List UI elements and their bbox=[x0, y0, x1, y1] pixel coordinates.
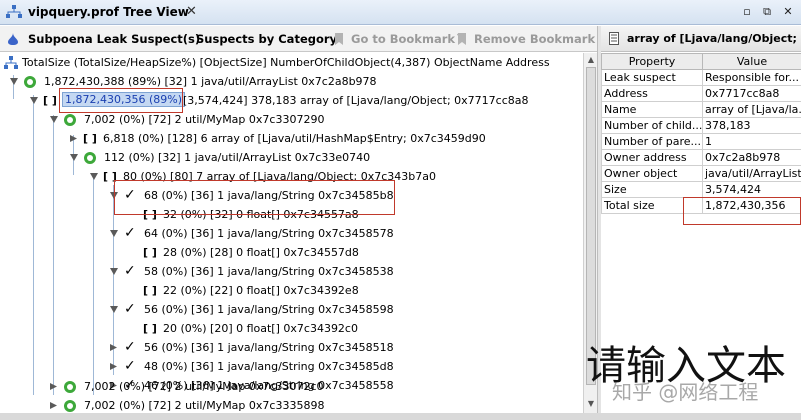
array-node-icon: [ ] bbox=[143, 246, 157, 259]
collapse-toggle-icon[interactable] bbox=[30, 97, 38, 104]
expand-toggle-icon[interactable] bbox=[50, 383, 58, 390]
remove-bookmark-button[interactable]: Remove Bookmark bbox=[474, 32, 595, 46]
string-node-icon: ✓ bbox=[124, 301, 136, 317]
object-node-icon bbox=[64, 114, 76, 126]
tree-header-text: TotalSize (TotalSize/HeapSize%) [ObjectS… bbox=[22, 56, 550, 69]
selected-node-text: [3,574,424] 378,183 array of [Ljava/lang… bbox=[183, 94, 529, 107]
tree-guide bbox=[33, 95, 34, 395]
tree-view-icon bbox=[4, 56, 18, 69]
watermark: 知乎 @网络工程 bbox=[612, 380, 759, 404]
toolbar: Subpoena Leak Suspect(s) Suspects by Cat… bbox=[0, 26, 597, 52]
window-titlebar: vipquery.prof Tree View ✕ ▫ ⧉ ✕ bbox=[0, 0, 801, 25]
string-node-icon: ✓ bbox=[124, 339, 136, 355]
tree-guide bbox=[93, 175, 94, 395]
collapse-toggle-icon[interactable] bbox=[50, 116, 58, 123]
expand-toggle-icon[interactable] bbox=[110, 344, 118, 351]
property-row[interactable]: Owner object java/util/ArrayList bbox=[601, 165, 801, 182]
scroll-thumb[interactable] bbox=[586, 67, 596, 385]
array-node-icon: [ ] bbox=[143, 284, 157, 297]
expand-toggle-icon[interactable] bbox=[110, 363, 118, 370]
property-row[interactable]: Name array of [Ljava/la... bbox=[601, 101, 801, 118]
object-node-icon bbox=[64, 381, 76, 393]
object-node-icon bbox=[64, 400, 76, 412]
remove-bookmark-icon bbox=[457, 33, 466, 45]
minimize-icon[interactable]: ▫ bbox=[740, 5, 754, 18]
scroll-up-icon[interactable]: ▲ bbox=[586, 55, 596, 65]
collapse-toggle-icon[interactable] bbox=[10, 78, 18, 85]
properties-header: array of [Ljava/lang/Object; a... bbox=[601, 26, 801, 52]
bookmark-icon bbox=[335, 33, 343, 45]
properties-title: array of [Ljava/lang/Object; a... bbox=[627, 32, 801, 45]
array-node-icon: [ ] bbox=[83, 132, 97, 145]
bottom-border bbox=[0, 413, 801, 420]
properties-icon bbox=[609, 32, 619, 45]
object-node-icon bbox=[24, 76, 36, 88]
property-row[interactable]: Number of child... 378,183 bbox=[601, 117, 801, 134]
collapse-toggle-icon[interactable] bbox=[110, 306, 118, 313]
string-node-icon: ✓ bbox=[124, 358, 136, 374]
leak-drop-icon bbox=[8, 33, 18, 45]
object-node-icon bbox=[84, 152, 96, 164]
array-node-icon: [ ] bbox=[143, 322, 157, 335]
property-row[interactable]: Owner address 0x7c2a8b978 bbox=[601, 149, 801, 166]
collapse-toggle-icon[interactable] bbox=[110, 230, 118, 237]
restore-icon[interactable]: ⧉ bbox=[760, 5, 774, 18]
expand-toggle-icon[interactable] bbox=[70, 135, 78, 142]
column-header-property[interactable]: Property bbox=[601, 53, 703, 70]
property-row[interactable]: Leak suspect Responsible for... bbox=[601, 69, 801, 86]
leak-suspects-button[interactable]: Subpoena Leak Suspect(s) bbox=[28, 32, 200, 46]
goto-bookmark-button[interactable]: Go to Bookmark bbox=[351, 32, 455, 46]
column-header-value[interactable]: Value bbox=[702, 53, 801, 70]
scroll-down-icon[interactable]: ▼ bbox=[586, 399, 596, 409]
window-title: vipquery.prof Tree View bbox=[28, 5, 189, 19]
expand-toggle-icon[interactable] bbox=[50, 402, 58, 409]
string-node-icon: ✓ bbox=[124, 263, 136, 279]
tree-view-icon bbox=[6, 5, 22, 18]
property-row[interactable]: Number of pare... 1 bbox=[601, 133, 801, 150]
close-tab-icon[interactable]: ✕ bbox=[186, 4, 197, 19]
property-row[interactable]: Size 3,574,424 bbox=[601, 181, 801, 198]
array-node-icon: [ ] bbox=[43, 94, 57, 107]
suspects-by-category-button[interactable]: Suspects by Category bbox=[196, 32, 337, 46]
tree-guide bbox=[53, 115, 54, 395]
string-node-icon: ✓ bbox=[124, 225, 136, 241]
property-row[interactable]: Address 0x7717cc8a8 bbox=[601, 85, 801, 102]
close-window-icon[interactable]: ✕ bbox=[781, 5, 795, 18]
highlight-box bbox=[59, 88, 183, 113]
collapse-toggle-icon[interactable] bbox=[70, 154, 78, 161]
collapse-toggle-icon[interactable] bbox=[90, 173, 98, 180]
properties-table: Property Value Leak suspect Responsible f… bbox=[601, 53, 801, 214]
highlight-box bbox=[683, 197, 801, 225]
collapse-toggle-icon[interactable] bbox=[110, 268, 118, 275]
highlight-box bbox=[114, 180, 395, 215]
